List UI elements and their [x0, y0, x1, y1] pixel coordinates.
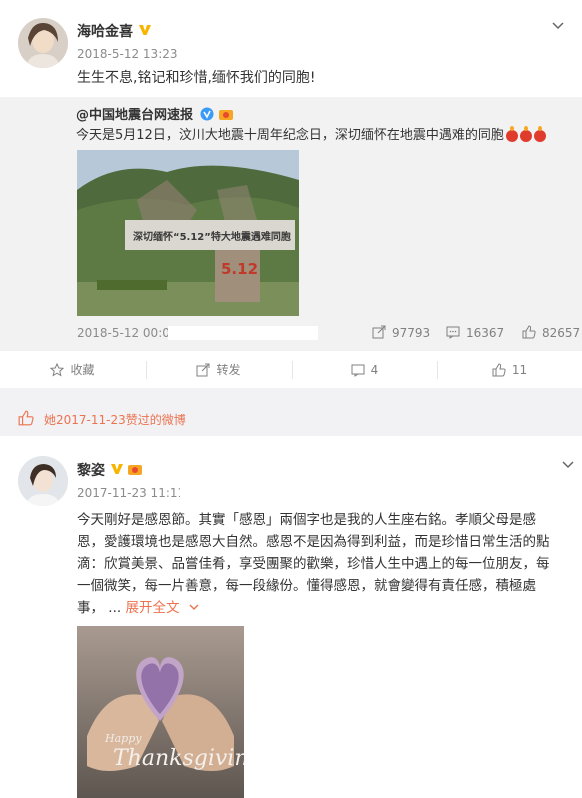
weibo-card-1: 海哈金喜 2018-5-12 13:23 生生不息,铭记和珍惜,缅怀我们的同胞!… [0, 0, 582, 388]
liked-notice: 她2017-11-23赞过的微博 [0, 400, 582, 436]
avatar[interactable] [18, 18, 68, 68]
badge-icon [128, 465, 142, 475]
image-stone-label: 5.12 [221, 260, 258, 278]
ellipsis: ... [108, 600, 126, 616]
redacted-bar [168, 326, 318, 340]
thumbs-up-icon [522, 325, 536, 339]
repost-text-content: 今天是5月12日，汶川大地震十周年纪念日，深切缅怀在地震中遇难的同胞 [76, 128, 504, 143]
action-bar: 收藏 转发 4 11 [0, 350, 582, 388]
like-count: 82657 [542, 326, 581, 340]
post-timestamp[interactable]: 2018-5-12 13:23 [77, 47, 178, 61]
post-text-line: 事， [77, 600, 104, 616]
verified-blue-icon [200, 107, 214, 121]
repost-timestamp[interactable]: 2018-5-12 00:00 [77, 326, 178, 340]
author-name[interactable]: 海哈金喜 [77, 21, 133, 41]
chevron-down-icon[interactable] [560, 456, 576, 472]
avatar[interactable] [18, 456, 68, 506]
post-text-line: 恩，愛護環境也是感恩大自然。感恩不是因為得到利益，而是珍惜日常生活的點 [77, 534, 550, 550]
post-text-line: 一個微笑，每一片善意，每一段緣份。懂得感恩，就會變得有責任感，積極處 [77, 578, 536, 594]
image-caption-big: Thanksgiving [113, 746, 244, 771]
post-text-line: 滴：欣賞美景、品嘗佳肴，享受團聚的歡樂，珍惜人生中遇上的每一位朋友，每 [77, 556, 550, 572]
liked-notice-text[interactable]: 她2017-11-23赞过的微博 [44, 411, 186, 428]
star-icon [50, 362, 65, 377]
comment-icon [446, 326, 460, 339]
chevron-down-icon[interactable] [550, 17, 566, 33]
post-text-last-line: 事， ... 展开全文 [77, 597, 577, 619]
repost-author[interactable]: @中国地震台网速报 [76, 104, 234, 123]
candle-icon [533, 125, 546, 142]
redacted-bar [180, 486, 240, 500]
comment-button[interactable]: 4 [292, 351, 437, 389]
verified-icon [111, 464, 123, 474]
repost-text: 今天是5月12日，汶川大地震十周年纪念日，深切缅怀在地震中遇难的同胞 [76, 124, 546, 143]
post-timestamp[interactable]: 2017-11-23 11:11 [77, 486, 185, 500]
repost-author-name[interactable]: @中国地震台网速报 [76, 108, 193, 123]
like-stat[interactable]: 82657 [522, 325, 580, 340]
forward-label: 转发 [216, 363, 241, 377]
favorite-button[interactable]: 收藏 [0, 351, 145, 389]
post-text: 今天剛好是感恩節。其實「感恩」兩個字也是我的人生座右銘。孝順父母是感 恩，愛護環… [77, 509, 577, 619]
thumbs-up-icon [492, 363, 506, 377]
forward-button[interactable]: 转发 [146, 351, 291, 389]
forward-count: 97793 [392, 326, 431, 340]
post-text: 生生不息,铭记和珍惜,缅怀我们的同胞! [77, 70, 316, 86]
comment-icon [351, 364, 365, 377]
verified-icon [139, 25, 151, 35]
thumbs-up-icon [18, 410, 34, 426]
chevron-down-icon[interactable] [188, 601, 200, 613]
author-name[interactable]: 黎姿 [77, 460, 105, 480]
image-caption-small: Happy [105, 732, 142, 745]
candle-icon [519, 125, 532, 142]
like-button[interactable]: 11 [437, 351, 582, 389]
forward-stat[interactable]: 97793 [372, 325, 430, 340]
weibo-card-2: 黎姿 2017-11-23 11:11 今天剛好是感恩節。其實「感恩」兩個字也是… [0, 436, 582, 798]
comment-action-count: 4 [370, 363, 379, 377]
like-action-count: 11 [511, 363, 528, 377]
badge-icon [219, 110, 234, 120]
forward-icon [196, 363, 210, 377]
repost-image[interactable]: 5.12 深切缅怀“5.12”特大地震遇难同胞 [77, 150, 299, 316]
comment-count: 16367 [466, 326, 505, 340]
candle-icon [505, 125, 518, 142]
forward-icon [372, 325, 386, 339]
comment-stat[interactable]: 16367 [446, 325, 504, 340]
expand-full-text-link[interactable]: 展开全文 [125, 600, 179, 616]
image-banner-text: 深切缅怀“5.12”特大地震遇难同胞 [133, 232, 291, 243]
post-text-line: 今天剛好是感恩節。其實「感恩」兩個字也是我的人生座右銘。孝順父母是感 [77, 512, 536, 528]
post-image[interactable]: Happy Thanksgiving [77, 626, 244, 798]
favorite-label: 收藏 [70, 363, 95, 377]
